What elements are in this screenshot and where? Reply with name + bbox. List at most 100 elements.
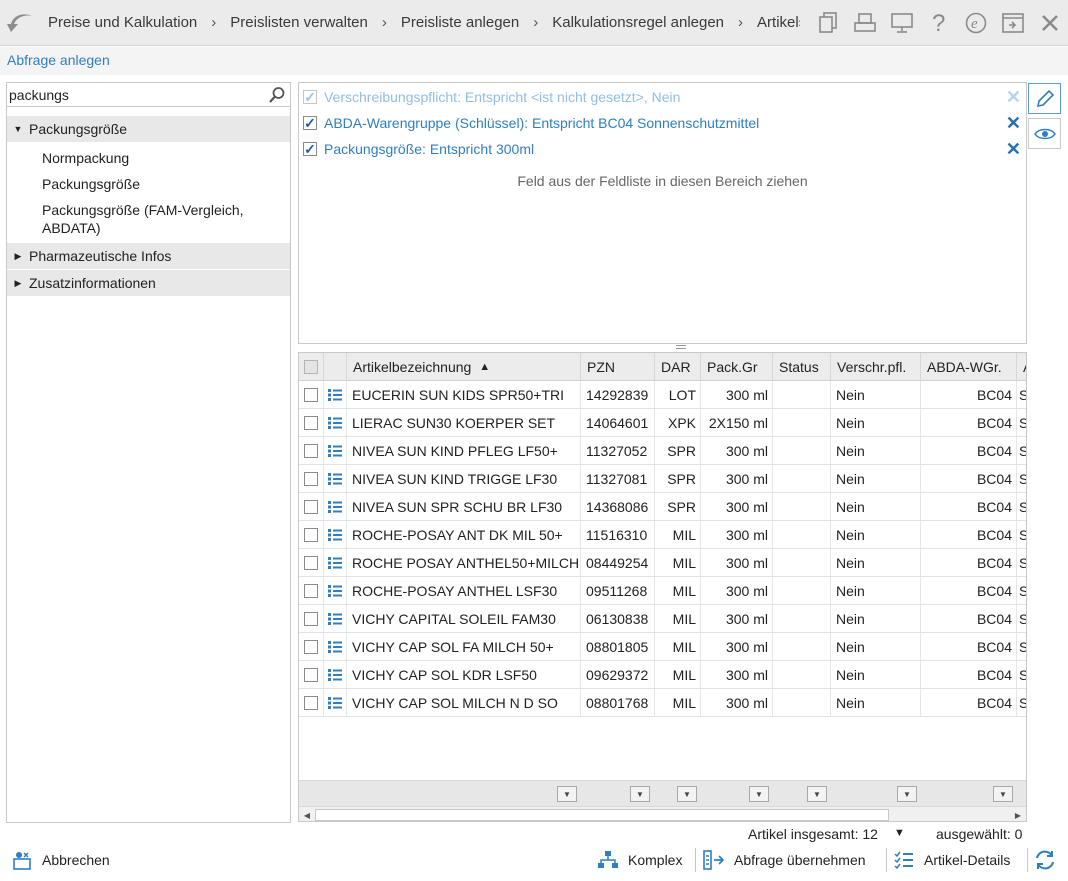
row-checkbox[interactable] [304, 695, 318, 710]
filter-dropdown-icon[interactable]: ▼ [993, 786, 1013, 802]
table-row[interactable]: LIERAC SUN30 KOERPER SET 14064601 XPK 2X150… [299, 409, 1026, 437]
tree-group-zusatzinformationen[interactable]: ▶ Zusatzinformationen [7, 270, 290, 296]
refresh-button[interactable] [1033, 848, 1057, 872]
article-list-icon[interactable] [327, 472, 343, 486]
article-details-button[interactable]: Artikel-Details [892, 848, 1010, 872]
filter-condition-text[interactable]: Packungsgröße: Entspricht 300ml [324, 141, 534, 157]
remove-filter-icon[interactable]: ✕ [1006, 140, 1021, 158]
tree-item-packungsgroesse-fam[interactable]: Packungsgröße (FAM-Vergleich, ABDATA) [7, 197, 290, 241]
breadcrumb-item[interactable]: Artikels [749, 14, 800, 31]
breadcrumb-item[interactable]: Preislisten verwalten [222, 14, 376, 31]
printer-icon[interactable] [846, 0, 883, 46]
table-row[interactable]: EUCERIN SUN KIDS SPR50+TRI 14292839 LOT 300… [299, 381, 1026, 409]
article-list-icon[interactable] [327, 556, 343, 570]
filter-checkbox[interactable] [303, 142, 317, 156]
article-list-icon[interactable] [327, 528, 343, 542]
article-list-icon[interactable] [327, 668, 343, 682]
table-row[interactable]: VICHY CAP SOL KDR LSF50 09629372 MIL 300 ml… [299, 661, 1026, 689]
window-switch-icon[interactable] [994, 0, 1031, 46]
row-checkbox[interactable] [304, 611, 318, 626]
help-icon[interactable]: ? [920, 0, 957, 46]
breadcrumb-item[interactable]: Kalkulationsregel anlegen [544, 14, 732, 31]
article-list-icon[interactable] [327, 640, 343, 654]
column-header-extra[interactable]: A [1017, 353, 1026, 381]
row-checkbox[interactable] [304, 499, 318, 514]
row-checkbox[interactable] [304, 583, 318, 598]
tree-group-packungsgroesse[interactable]: ▼ Packungsgröße [7, 116, 290, 142]
cell-extra: S [1017, 689, 1026, 716]
row-checkbox[interactable] [304, 527, 318, 542]
splitter-handle[interactable] [675, 344, 687, 350]
table-row[interactable]: ROCHE-POSAY ANTHEL LSF30 09511268 MIL 300 m… [299, 577, 1026, 605]
filter-dropdown-icon[interactable]: ▼ [630, 786, 650, 802]
filter-dropdown-icon[interactable]: ▼ [677, 786, 697, 802]
monitor-icon[interactable] [883, 0, 920, 46]
column-header-status[interactable]: Status [773, 353, 831, 381]
breadcrumb-item[interactable]: Preisliste anlegen [393, 14, 527, 31]
collapsed-arrow-icon[interactable]: ▶ [7, 278, 29, 289]
apply-query-button[interactable]: Abfrage übernehmen [702, 848, 866, 872]
table-row[interactable]: VICHY CAP SOL FA MILCH 50+ 08801805 MIL 300… [299, 633, 1026, 661]
article-list-icon[interactable] [327, 696, 343, 710]
back-button[interactable] [0, 0, 40, 46]
select-all-checkbox[interactable] [304, 360, 318, 374]
cancel-button[interactable]: Abbrechen [10, 848, 110, 872]
e-circle-icon[interactable]: e [957, 0, 994, 46]
scroll-right-icon[interactable]: ▶ [1011, 808, 1025, 821]
remove-filter-icon[interactable]: ✕ [1006, 88, 1021, 106]
article-list-icon[interactable] [327, 444, 343, 458]
filter-dropdown-icon[interactable]: ▼ [897, 786, 917, 802]
row-checkbox[interactable] [304, 387, 318, 402]
tree-group-pharmazeutische-infos[interactable]: ▶ Pharmazeutische Infos [7, 243, 290, 269]
row-checkbox[interactable] [304, 415, 318, 430]
search-input[interactable] [9, 85, 264, 105]
tree-item-packungsgroesse[interactable]: Packungsgröße [7, 171, 290, 197]
row-checkbox[interactable] [304, 471, 318, 486]
table-row[interactable]: VICHY CAPITAL SOLEIL FAM30 06130838 MIL 300… [299, 605, 1026, 633]
scroll-left-icon[interactable]: ◀ [300, 808, 314, 821]
count-dropdown-icon[interactable]: ▼ [894, 827, 905, 839]
horizontal-scrollbar[interactable]: ◀ ▶ [299, 806, 1026, 821]
scrollbar-thumb[interactable] [315, 809, 889, 821]
table-row[interactable]: VICHY CAP SOL MILCH N D SO 08801768 MIL 300… [299, 689, 1026, 717]
column-header-dar[interactable]: DAR [655, 353, 701, 381]
row-checkbox[interactable] [304, 639, 318, 654]
complex-button[interactable]: Komplex [596, 848, 682, 872]
copy-icon[interactable] [809, 0, 846, 46]
filter-dropdown-icon[interactable]: ▼ [807, 786, 827, 802]
filter-checkbox[interactable] [303, 116, 317, 130]
column-header-abda-wgr[interactable]: ABDA-WGr. [921, 353, 1017, 381]
column-header-packgr[interactable]: Pack.Gr [701, 353, 773, 381]
table-row[interactable]: NIVEA SUN KIND TRIGGE LF30 11327081 SPR 300… [299, 465, 1026, 493]
row-checkbox[interactable] [304, 555, 318, 570]
remove-filter-icon[interactable]: ✕ [1006, 114, 1021, 132]
column-header-artikelbezeichnung[interactable]: Artikelbezeichnung ▲ [347, 353, 581, 381]
tree-item-normpackung[interactable]: Normpackung [7, 143, 290, 171]
preview-button[interactable] [1028, 118, 1061, 149]
article-list-icon[interactable] [327, 612, 343, 626]
search-icon[interactable] [268, 86, 286, 104]
filter-condition-text[interactable]: Verschreibungspflicht: Entspricht <ist n… [324, 89, 680, 105]
column-header-pzn[interactable]: PZN [581, 353, 655, 381]
edit-button[interactable] [1028, 83, 1061, 114]
table-row[interactable]: ROCHE-POSAY ANT DK MIL 50+ 11516310 MIL 300… [299, 521, 1026, 549]
row-checkbox[interactable] [304, 443, 318, 458]
filter-condition-text[interactable]: ABDA-Warengruppe (Schlüssel): Entspricht… [324, 115, 759, 131]
filter-dropdown-icon[interactable]: ▼ [749, 786, 769, 802]
table-row[interactable]: NIVEA SUN SPR SCHU BR LF30 14368086 SPR 300… [299, 493, 1026, 521]
table-row[interactable]: ROCHE POSAY ANTHEL50+MILCH 08449254 MIL 300… [299, 549, 1026, 577]
column-header-verschrpfl[interactable]: Verschr.pfl. [831, 353, 921, 381]
cell-dar: XPK [655, 409, 701, 436]
collapsed-arrow-icon[interactable]: ▶ [7, 251, 29, 262]
filter-checkbox[interactable] [303, 90, 317, 104]
row-checkbox[interactable] [304, 667, 318, 682]
breadcrumb-item[interactable]: Preise und Kalkulation [40, 14, 205, 31]
article-list-icon[interactable] [327, 584, 343, 598]
close-icon[interactable] [1031, 0, 1068, 46]
article-list-icon[interactable] [327, 388, 343, 402]
table-row[interactable]: NIVEA SUN KIND PFLEG LF50+ 11327052 SPR 300… [299, 437, 1026, 465]
article-list-icon[interactable] [327, 416, 343, 430]
expanded-arrow-icon[interactable]: ▼ [7, 124, 29, 134]
article-list-icon[interactable] [327, 500, 343, 514]
filter-dropdown-icon[interactable]: ▼ [557, 786, 577, 802]
